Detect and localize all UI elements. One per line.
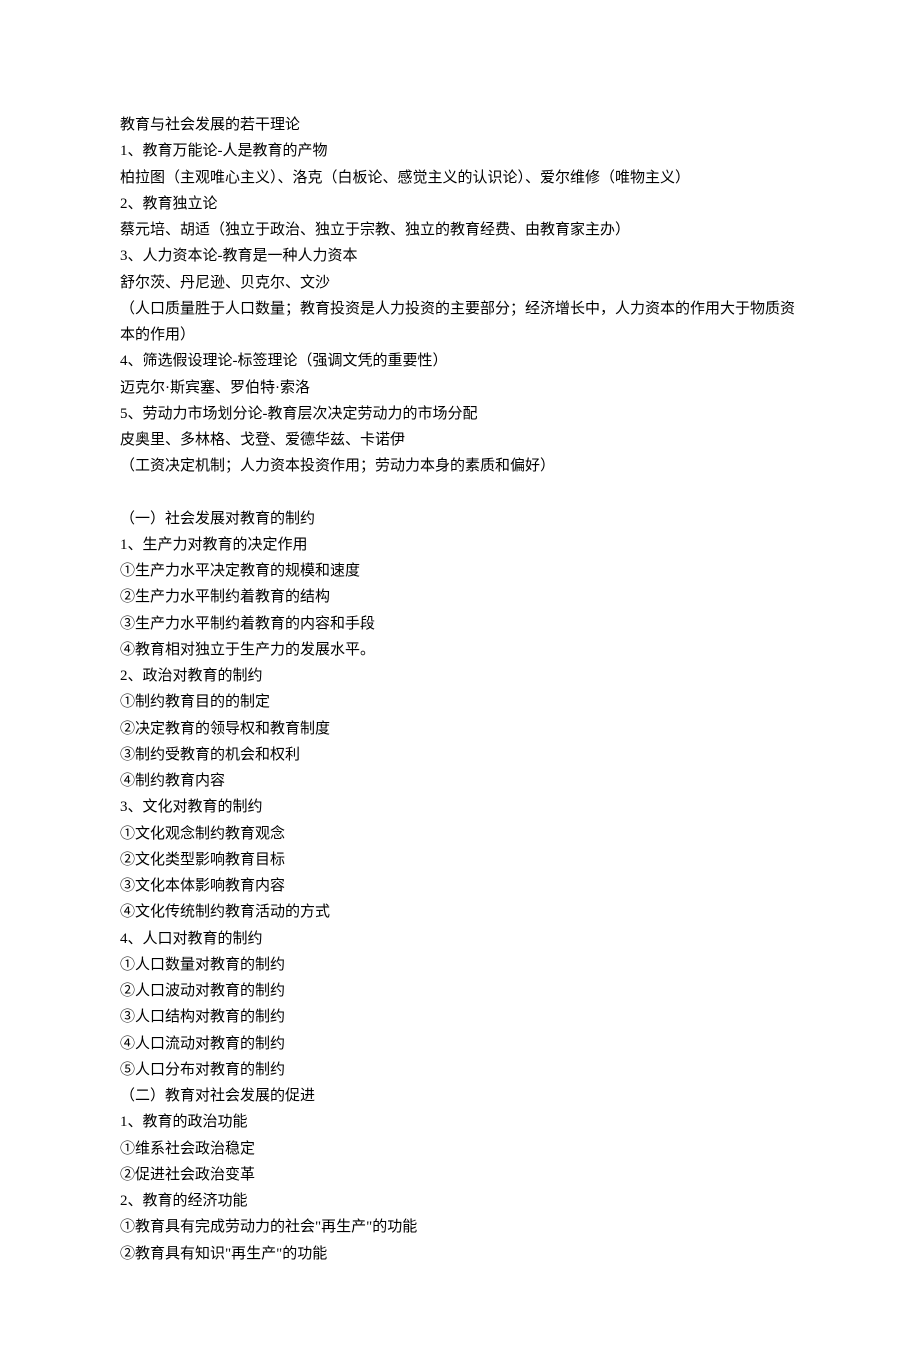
text-line: 1、教育万能论-人是教育的产物 — [120, 138, 800, 164]
text-line: 4、筛选假设理论-标签理论（强调文凭的重要性） — [120, 348, 800, 374]
text-line: ③制约受教育的机会和权利 — [120, 742, 800, 768]
text-line: 2、教育独立论 — [120, 191, 800, 217]
text-line: 皮奥里、多林格、戈登、爱德华兹、卡诺伊 — [120, 427, 800, 453]
text-line: （工资决定机制；人力资本投资作用；劳动力本身的素质和偏好） — [120, 453, 800, 479]
text-line: 2、政治对教育的制约 — [120, 663, 800, 689]
text-line: ②促进社会政治变革 — [120, 1162, 800, 1188]
text-line: （人口质量胜于人口数量；教育投资是人力投资的主要部分；经济增长中，人力资本的作用… — [120, 296, 800, 349]
text-line: ②文化类型影响教育目标 — [120, 847, 800, 873]
text-line: ①教育具有完成劳动力的社会"再生产"的功能 — [120, 1214, 800, 1240]
text-line: ②人口波动对教育的制约 — [120, 978, 800, 1004]
text-line: ④教育相对独立于生产力的发展水平。 — [120, 637, 800, 663]
text-line: 1、教育的政治功能 — [120, 1109, 800, 1135]
text-line: （二）教育对社会发展的促进 — [120, 1083, 800, 1109]
text-line: 4、人口对教育的制约 — [120, 926, 800, 952]
text-line: 3、人力资本论-教育是一种人力资本 — [120, 243, 800, 269]
text-line: 5、劳动力市场划分论-教育层次决定劳动力的市场分配 — [120, 401, 800, 427]
text-line: 1、生产力对教育的决定作用 — [120, 532, 800, 558]
text-line: ②决定教育的领导权和教育制度 — [120, 716, 800, 742]
text-line: ①维系社会政治稳定 — [120, 1136, 800, 1162]
text-line: ③文化本体影响教育内容 — [120, 873, 800, 899]
text-line: ①制约教育目的的制定 — [120, 689, 800, 715]
text-line: （一）社会发展对教育的制约 — [120, 506, 800, 532]
text-line: 蔡元培、胡适（独立于政治、独立于宗教、独立的教育经费、由教育家主办） — [120, 217, 800, 243]
text-line: 迈克尔·斯宾塞、罗伯特·索洛 — [120, 375, 800, 401]
text-line: ③人口结构对教育的制约 — [120, 1004, 800, 1030]
text-line: 教育与社会发展的若干理论 — [120, 112, 800, 138]
text-line: 3、文化对教育的制约 — [120, 794, 800, 820]
text-line: ④制约教育内容 — [120, 768, 800, 794]
text-line: 2、教育的经济功能 — [120, 1188, 800, 1214]
text-line: ②生产力水平制约着教育的结构 — [120, 584, 800, 610]
text-line: ②教育具有知识"再生产"的功能 — [120, 1241, 800, 1267]
text-line: 柏拉图（主观唯心主义）、洛克（白板论、感觉主义的认识论）、爱尔维修（唯物主义） — [120, 165, 800, 191]
text-line: ④文化传统制约教育活动的方式 — [120, 899, 800, 925]
text-line: ⑤人口分布对教育的制约 — [120, 1057, 800, 1083]
text-line: ①人口数量对教育的制约 — [120, 952, 800, 978]
blank-line — [120, 480, 800, 506]
text-line: ①文化观念制约教育观念 — [120, 821, 800, 847]
text-line: ①生产力水平决定教育的规模和速度 — [120, 558, 800, 584]
text-line: 舒尔茨、丹尼逊、贝克尔、文沙 — [120, 270, 800, 296]
document-page: 教育与社会发展的若干理论1、教育万能论-人是教育的产物柏拉图（主观唯心主义）、洛… — [0, 0, 920, 1347]
text-line: ③生产力水平制约着教育的内容和手段 — [120, 611, 800, 637]
text-line: ④人口流动对教育的制约 — [120, 1031, 800, 1057]
document-content: 教育与社会发展的若干理论1、教育万能论-人是教育的产物柏拉图（主观唯心主义）、洛… — [120, 112, 800, 1267]
